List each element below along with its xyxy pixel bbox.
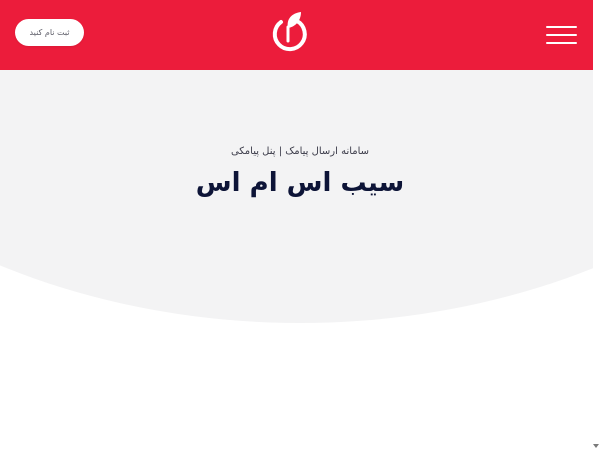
menu-line [546,42,577,44]
scrollbar[interactable] [593,0,600,450]
scroll-down-arrow-icon[interactable] [593,444,599,448]
hero-section: سامانه ارسال پیامک | پنل پیامکی سیب اس ا… [0,70,600,330]
apple-leaf-logo-icon[interactable] [264,8,316,60]
menu-line [546,34,577,36]
page: ثبت نام کنید سامانه ارسال پیامک | پنل پی… [0,0,600,450]
hero-subtitle: سامانه ارسال پیامک | پنل پیامکی [230,146,370,157]
signup-button[interactable]: ثبت نام کنید [15,19,84,46]
site-header: ثبت نام کنید [0,0,600,70]
hamburger-menu-button[interactable] [546,24,577,46]
menu-line [546,26,577,28]
hero-title: سیب اس ام اس [195,168,405,198]
